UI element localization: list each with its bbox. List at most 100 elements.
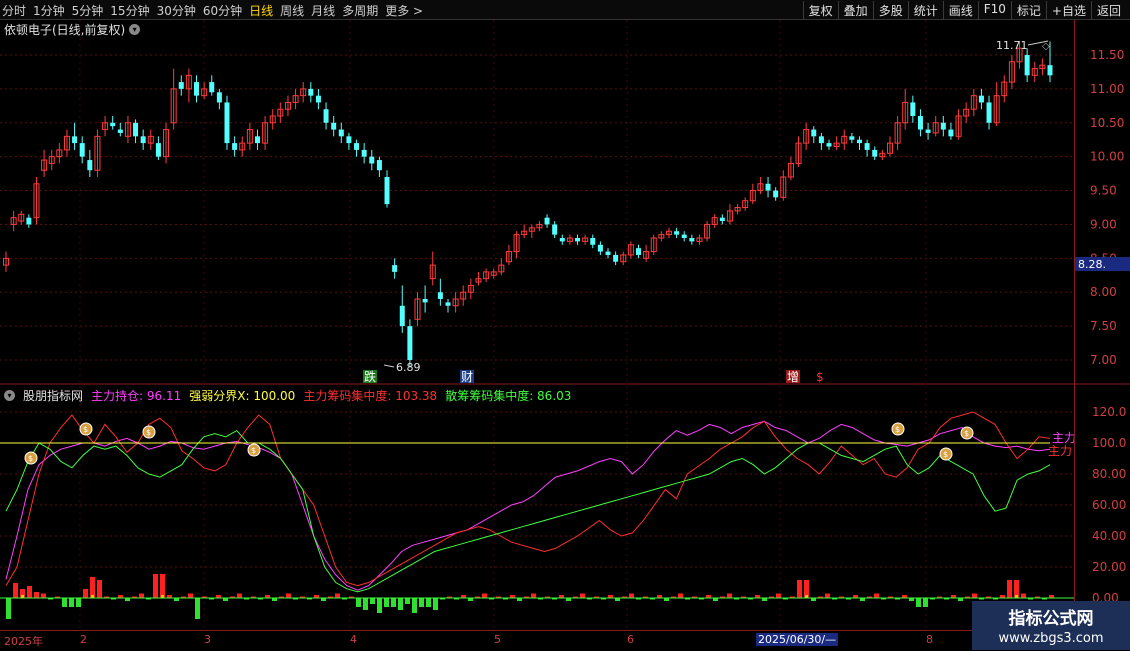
candle-body (864, 143, 870, 150)
candle-body (376, 160, 382, 171)
candle-body (369, 156, 375, 164)
date-label: 4 (350, 633, 357, 646)
histogram-bar (90, 577, 95, 598)
histogram-bar (34, 592, 39, 598)
histogram-bar (41, 593, 46, 598)
histogram-bar (83, 589, 88, 598)
candle-body (719, 217, 725, 222)
histogram-bar (916, 598, 921, 607)
histogram-bar (384, 598, 389, 607)
histogram-bar (153, 574, 158, 598)
candle-body (87, 160, 93, 171)
candle-body (133, 122, 139, 137)
candle-body (216, 92, 222, 103)
histogram-bar (391, 598, 396, 607)
candle-body (338, 129, 344, 137)
low-price-arrow (383, 364, 395, 368)
histogram-bar (419, 598, 424, 607)
date-axis: 2025年 2 3 4 5 6 2025/06/30/— 8 (0, 630, 1074, 651)
date-label: 5 (494, 633, 501, 646)
money-bag-symbol: $ (28, 454, 33, 463)
histogram-bar (531, 593, 536, 598)
candle-body (925, 129, 931, 133)
histogram-bar (727, 593, 732, 598)
candle-body (1024, 55, 1030, 76)
candle-body (986, 102, 992, 123)
candle-body (575, 238, 581, 242)
histogram-bar (76, 598, 81, 607)
histogram-bar (825, 593, 830, 598)
candle-body (437, 292, 443, 299)
histogram-bar (6, 598, 11, 619)
candle-body (773, 190, 779, 198)
histogram-bar (426, 598, 431, 607)
histogram-bar (97, 580, 102, 598)
date-label: 8 (926, 633, 933, 646)
histogram-bar (370, 598, 375, 604)
candle-body (26, 217, 32, 225)
candle-body (399, 305, 405, 327)
histogram-bar (69, 598, 74, 607)
indicator-field-retail-concentration: 散筹筹码集中度: 86.03 (445, 389, 572, 403)
histogram-bar (629, 593, 634, 598)
date-label: 3 (204, 633, 211, 646)
candle-body (323, 109, 329, 123)
chevron-down-icon[interactable]: ▾ (4, 390, 15, 401)
candle-body (79, 143, 85, 157)
price-axis (1074, 20, 1130, 650)
histogram-bar (874, 593, 879, 598)
money-bag-symbol: $ (83, 425, 88, 434)
candle-body (872, 149, 878, 157)
histogram-bar (482, 593, 487, 598)
candle-body (811, 129, 817, 137)
candle-body (559, 238, 565, 242)
candle-body (1047, 65, 1053, 76)
money-bag-symbol: $ (943, 450, 948, 459)
histogram-bar (356, 598, 361, 607)
histogram-bar (286, 593, 291, 598)
histogram-bar (195, 598, 200, 619)
candle-body (674, 231, 680, 235)
low-price-label: 6.89 (396, 361, 421, 374)
histogram-bar (972, 593, 977, 598)
histogram-bar (678, 593, 683, 598)
indicator-name: 股朋指标网 (23, 389, 84, 403)
histogram-bar (363, 598, 368, 610)
candle-body (590, 238, 596, 245)
candle-body (354, 143, 360, 150)
date-label: 2025年 (4, 635, 43, 648)
candle-body (681, 234, 687, 238)
cursor-date-label: 2025/06/30/— (756, 633, 839, 646)
candle-body (910, 102, 916, 116)
candle-body (155, 143, 161, 157)
candle-body (978, 95, 984, 103)
candle-body (178, 82, 184, 89)
candle-body (140, 136, 146, 144)
event-marker-text: $ (816, 370, 824, 384)
indicator-field-main-concentration: 主力筹码集中度: 103.38 (303, 389, 438, 403)
candle-body (346, 136, 352, 144)
histogram-bar (160, 574, 165, 598)
candle-body (194, 82, 200, 96)
histogram-bar (62, 598, 67, 607)
candle-body (689, 238, 695, 242)
money-bag-symbol: $ (895, 425, 900, 434)
histogram-bar (923, 598, 928, 607)
histogram-bar (139, 593, 144, 598)
candle-body (110, 122, 116, 127)
candle-body (765, 183, 771, 191)
event-marker-text: 跌 (364, 369, 376, 384)
price-chart[interactable]: 11.5011.0010.5010.009.509.008.508.007.50… (0, 0, 1130, 650)
candle-body (209, 82, 215, 93)
candle-body (392, 265, 398, 272)
money-bag-symbol: $ (964, 429, 969, 438)
candle-body (232, 143, 238, 150)
candle-body (72, 136, 78, 144)
candle-body (544, 217, 550, 225)
candle-body (254, 136, 260, 144)
histogram-bar (405, 598, 410, 604)
candle-body (613, 254, 619, 262)
candle-body (818, 136, 824, 144)
candle-body (917, 116, 923, 130)
candle-body (407, 326, 413, 360)
